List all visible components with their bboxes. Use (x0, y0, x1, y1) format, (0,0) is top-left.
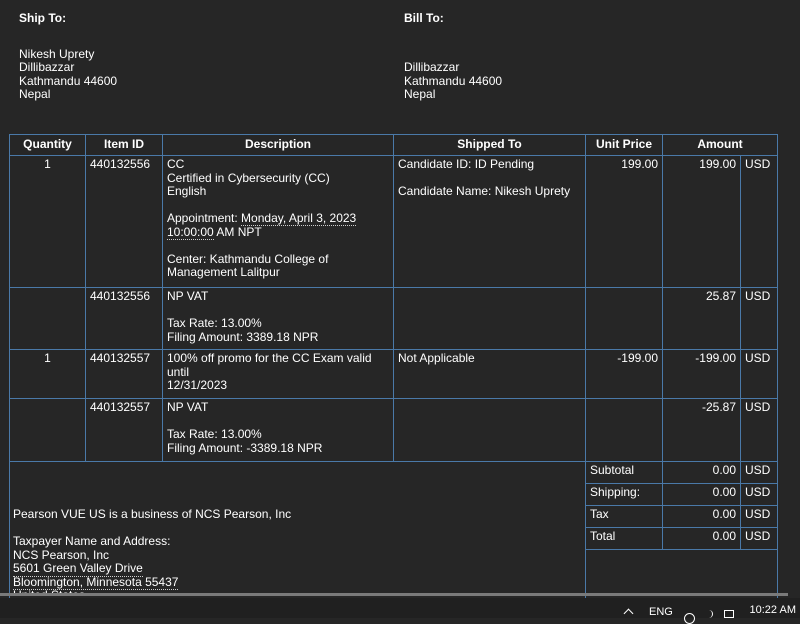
header-shipped-to: Shipped To (393, 134, 586, 156)
table-cell-description: NP VAT Tax Rate: 13.00% Filing Amount: -… (162, 398, 394, 462)
table-cell-quantity: 1 (9, 349, 86, 399)
appointment-time-link[interactable]: 10:00:00 (167, 224, 214, 240)
taskbar: ENG 10:22 AM (0, 598, 800, 624)
language-indicator[interactable]: ENG (649, 606, 673, 618)
table-cell-item-id: 440132556 (85, 287, 163, 350)
totals-value: 0.00 (662, 483, 741, 506)
table-cell-shipped-to (393, 398, 586, 462)
appointment-tz: AM NPT (213, 224, 262, 239)
appointment-label: Appointment: (167, 211, 242, 225)
candidate-name: Candidate Name: Nikesh Uprety (398, 184, 571, 198)
description-line: Certified in Cybersecurity (CC) (167, 170, 330, 185)
table-cell-shipped-to: Candidate ID: ID Pending Candidate Name:… (393, 155, 586, 288)
table-cell-item-id: 440132557 (85, 398, 163, 462)
table-cell-quantity (9, 287, 86, 350)
network-icon[interactable] (684, 613, 695, 624)
totals-value: 0.00 (662, 505, 741, 528)
chevron-up-icon[interactable] (623, 608, 634, 619)
header-description: Description (162, 134, 394, 156)
table-cell-unit-price: 199.00 (585, 155, 663, 288)
description-line: Filing Amount: 3389.18 NPR (167, 329, 319, 344)
totals-label: Shipping: (585, 483, 663, 506)
header-quantity: Quantity (9, 134, 86, 156)
table-cell-item-id: 440132556 (85, 155, 163, 288)
candidate-id: Candidate ID: ID Pending (398, 157, 535, 171)
table-cell-item-id: 440132557 (85, 349, 163, 399)
table-cell-quantity: 1 (9, 155, 86, 288)
table-cell-currency: USD (740, 155, 778, 288)
appointment-line: Appointment: Monday, April 3, 2023 (167, 211, 389, 226)
description-line: CC (167, 157, 185, 171)
invoice-table: Quantity Item ID Description Shipped To … (0, 0, 800, 601)
table-cell-currency: USD (740, 349, 778, 399)
description-line: Filing Amount: -3389.18 NPR (167, 440, 323, 455)
totals-value: 0.00 (662, 461, 741, 484)
clock-time[interactable]: 10:22 AM (750, 604, 796, 616)
totals-currency: USD (740, 505, 778, 528)
table-cell-shipped-to: Not Applicable (393, 349, 586, 399)
description-line: Tax Rate: 13.00% (167, 427, 262, 441)
header-item-id: Item ID (85, 134, 163, 156)
description-line: 12/31/2023 (167, 378, 228, 392)
company-name: NCS Pearson, Inc (13, 547, 110, 562)
table-cell-unit-price: -199.00 (585, 349, 663, 399)
totals-currency: USD (740, 461, 778, 484)
table-cell-quantity (9, 398, 86, 462)
center-line: Center: Kathmandu College of (167, 251, 329, 266)
table-cell-description: NP VAT Tax Rate: 13.00% Filing Amount: 3… (162, 287, 394, 350)
description-line: NP VAT (167, 289, 209, 303)
appointment-time-line: 10:00:00 AM NPT (167, 224, 389, 240)
table-cell-description: 100% off promo for the CC Exam valid unt… (162, 349, 394, 399)
totals-currency: USD (740, 483, 778, 506)
horizontal-scrollbar[interactable] (0, 593, 788, 596)
business-statement: Pearson VUE US is a business of NCS Pear… (13, 507, 292, 521)
table-cell-amount: 199.00 (662, 155, 741, 288)
totals-label: Subtotal (585, 461, 663, 484)
table-cell-description: CC Certified in Cybersecurity (CC) Engli… (162, 155, 394, 288)
table-cell-amount: -25.87 (662, 398, 741, 462)
table-cell-unit-price (585, 398, 663, 462)
table-cell-currency: USD (740, 398, 778, 462)
table-cell-amount: 25.87 (662, 287, 741, 350)
table-cell-amount: -199.00 (662, 349, 741, 399)
volume-icon[interactable] (704, 610, 713, 618)
header-amount: Amount (662, 134, 778, 156)
table-cell-currency: USD (740, 287, 778, 350)
totals-value: 0.00 (662, 527, 741, 550)
taxpayer-label: Taxpayer Name and Address: (13, 534, 171, 548)
description-line: English (167, 184, 207, 198)
totals-currency: USD (740, 527, 778, 550)
description-line: NP VAT (167, 400, 209, 414)
table-cell-shipped-to (393, 287, 586, 350)
totals-label: Tax (585, 505, 663, 528)
battery-icon[interactable] (724, 610, 734, 618)
table-cell-unit-price (585, 287, 663, 350)
description-line: Tax Rate: 13.00% (167, 316, 262, 330)
totals-label: Total (585, 527, 663, 550)
city-address-link[interactable]: Bloomington, Minnesota 55437 (13, 575, 179, 590)
center-line: Management Lalitpur (167, 265, 280, 279)
description-line: 100% off promo for the CC Exam valid unt… (167, 351, 372, 379)
header-unit-price: Unit Price (585, 134, 663, 156)
